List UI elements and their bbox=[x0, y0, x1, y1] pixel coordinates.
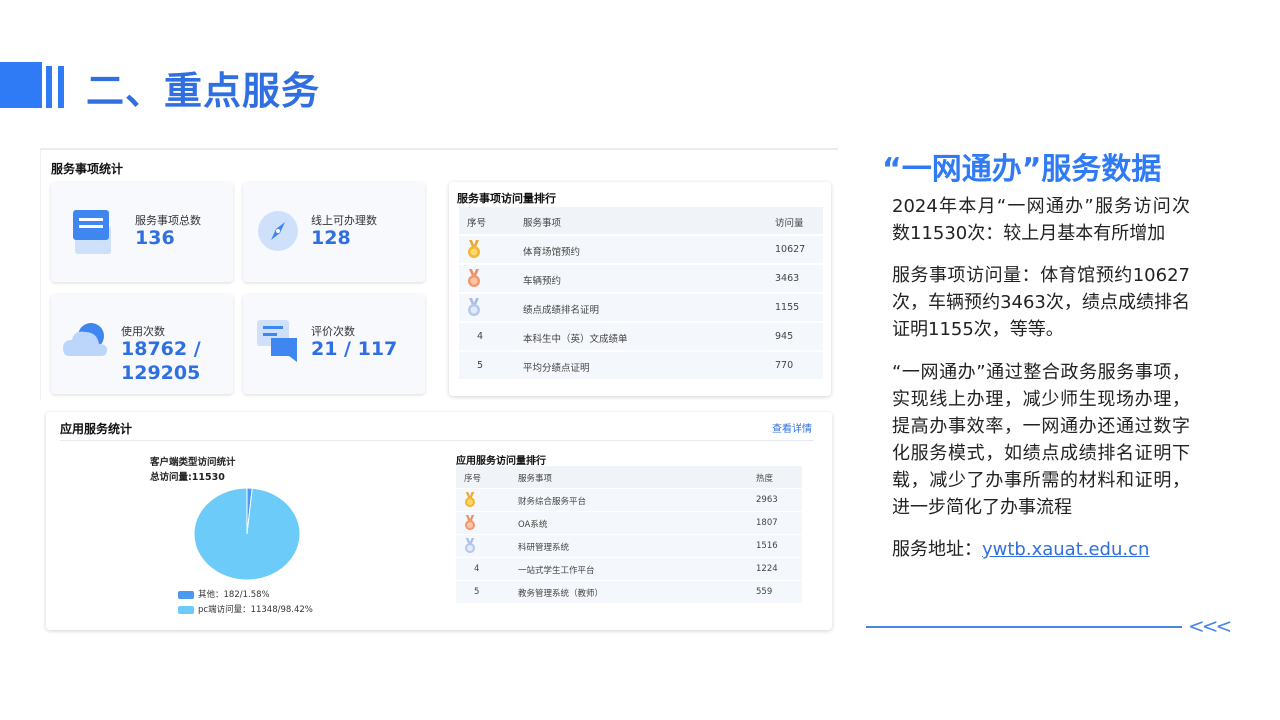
summary-paragraph: 2024年本月“一网通办”服务访问次数11530次：较上月基本有所增加 bbox=[892, 196, 1190, 244]
table-row[interactable]: 体育场馆预约 10627 bbox=[459, 236, 823, 263]
visit-count: 1155 bbox=[775, 302, 800, 313]
gold-medal-icon bbox=[468, 240, 480, 258]
address-link[interactable]: ywtb.xauat.edu.cn bbox=[982, 539, 1149, 560]
column-header: 访问量 bbox=[775, 218, 804, 229]
panel-title: 应用服务统计 bbox=[60, 422, 133, 436]
bronze-medal-icon bbox=[464, 515, 476, 531]
visit-count: 770 bbox=[775, 360, 794, 371]
bronze-medal-icon bbox=[468, 269, 480, 287]
service-stats-panel: 服务事项统计 服务事项总数 136 线上可办理数 128 使用次数 18762 … bbox=[40, 148, 838, 400]
silver-medal-icon bbox=[468, 298, 480, 316]
table-header: 序号 服务事项 访问量 bbox=[459, 207, 823, 234]
client-type-pie-chart bbox=[193, 487, 301, 581]
visits-paragraph: 服务事项访问量：体育馆预约10627次，车辆预约3463次，绩点成绩排名证明11… bbox=[892, 265, 1190, 340]
service-name: 本科生中（英）文成绩单 bbox=[523, 334, 628, 345]
title-accent-block bbox=[0, 62, 42, 108]
slide-title: 二、重点服务 bbox=[86, 69, 321, 113]
stat-card-usage[interactable]: 使用次数 18762 / 129205 bbox=[51, 294, 233, 394]
stat-card-ratings[interactable]: 评价次数 21 / 117 bbox=[243, 294, 425, 394]
service-address: 服务地址：ywtb.xauat.edu.cn bbox=[892, 536, 1190, 563]
rank-number: 5 bbox=[477, 360, 484, 371]
stat-value: 18762 / bbox=[121, 338, 201, 360]
stat-value: 129205 bbox=[121, 362, 201, 384]
table-row[interactable]: 科研管理系统 1516 bbox=[456, 535, 802, 557]
rank-number: 5 bbox=[474, 587, 480, 597]
service-name: 体育场馆预约 bbox=[523, 247, 581, 258]
visit-count: 945 bbox=[775, 331, 794, 342]
hot-value: 1224 bbox=[756, 564, 778, 574]
column-header: 序号 bbox=[467, 218, 487, 229]
legend-label: pc端访问量：11348/98.42% bbox=[198, 605, 313, 615]
stat-value: 21 / 117 bbox=[311, 338, 398, 360]
hot-value: 2963 bbox=[756, 495, 778, 505]
app-stats-panel: 应用服务统计 查看详情 客户端类型访问统计 总访问量:11530 其他：182/… bbox=[46, 412, 832, 630]
rank-number: 4 bbox=[474, 564, 480, 574]
ranking-title: 服务事项访问量排行 bbox=[457, 192, 556, 205]
divider bbox=[60, 440, 814, 441]
chat-icon bbox=[257, 320, 297, 362]
app-name: 教务管理系统（教师） bbox=[518, 589, 604, 599]
pie-slice-pc[interactable] bbox=[193, 487, 301, 581]
app-name: 一站式学生工作平台 bbox=[518, 566, 595, 576]
service-name: 车辆预约 bbox=[523, 276, 562, 287]
title-accent-stripe bbox=[58, 66, 64, 108]
decorative-line bbox=[866, 626, 1182, 628]
chevrons-left-icon: <<< bbox=[1188, 614, 1232, 638]
dashboard-screenshot: 服务事项统计 服务事项总数 136 线上可办理数 128 使用次数 18762 … bbox=[40, 148, 840, 632]
silver-medal-icon bbox=[464, 538, 476, 554]
table-row[interactable]: 绩点成绩排名证明 1155 bbox=[459, 294, 823, 321]
panel-title: 服务事项统计 bbox=[51, 162, 124, 176]
rank-number: 4 bbox=[477, 331, 484, 342]
column-header: 服务事项 bbox=[518, 474, 553, 484]
app-name: OA系统 bbox=[518, 520, 548, 530]
app-ranking-title: 应用服务访问量排行 bbox=[456, 456, 546, 467]
table-row[interactable]: 车辆预约 3463 bbox=[459, 265, 823, 292]
pie-total: 总访问量:11530 bbox=[150, 472, 225, 483]
column-header: 热度 bbox=[756, 474, 774, 484]
address-label: 服务地址： bbox=[892, 539, 982, 560]
compass-icon bbox=[258, 211, 298, 251]
table-row[interactable]: OA系统 1807 bbox=[456, 512, 802, 534]
pie-title: 客户端类型访问统计 bbox=[150, 457, 236, 468]
service-ranking-card: 服务事项访问量排行 序号 服务事项 访问量 体育场馆预约 10627 车辆预约 … bbox=[449, 182, 831, 396]
stat-card-online[interactable]: 线上可办理数 128 bbox=[243, 182, 425, 282]
table-row[interactable]: 5 教务管理系统（教师） 559 bbox=[456, 581, 802, 603]
legend-item: pc端访问量：11348/98.42% bbox=[178, 603, 313, 615]
visit-count: 10627 bbox=[775, 244, 806, 255]
service-name: 绩点成绩排名证明 bbox=[523, 305, 600, 316]
form-icon bbox=[73, 210, 111, 254]
column-header: 服务事项 bbox=[523, 218, 562, 229]
table-header: 序号 服务事项 热度 bbox=[456, 466, 802, 488]
hot-value: 1807 bbox=[756, 518, 778, 528]
title-accent-stripe bbox=[46, 66, 52, 108]
legend-swatch bbox=[178, 590, 194, 599]
legend-item: 其他：182/1.58% bbox=[178, 588, 270, 600]
hot-value: 559 bbox=[756, 587, 773, 597]
app-name: 科研管理系统 bbox=[518, 543, 570, 553]
service-name: 平均分绩点证明 bbox=[523, 363, 590, 374]
legend-swatch bbox=[178, 605, 194, 614]
cloud-icon bbox=[63, 323, 107, 356]
stat-value: 128 bbox=[311, 227, 351, 249]
column-header: 序号 bbox=[464, 474, 482, 484]
table-row[interactable]: 4 一站式学生工作平台 1224 bbox=[456, 558, 802, 580]
legend-label: 其他：182/1.58% bbox=[198, 590, 270, 600]
section-heading: “一网通办”服务数据 bbox=[882, 152, 1162, 187]
stat-value: 136 bbox=[135, 227, 175, 249]
table-row[interactable]: 5 平均分绩点证明 770 bbox=[459, 352, 823, 379]
visit-count: 3463 bbox=[775, 273, 800, 284]
description-paragraph: “一网通办”通过整合政务服务事项，实现线上办理，减少师生现场办理，提高办事效率，… bbox=[892, 362, 1190, 518]
view-details-link[interactable]: 查看详情 bbox=[772, 420, 812, 435]
stat-card-total[interactable]: 服务事项总数 136 bbox=[51, 182, 233, 282]
app-name: 财务综合服务平台 bbox=[518, 497, 587, 507]
table-row[interactable]: 财务综合服务平台 2963 bbox=[456, 489, 802, 511]
hot-value: 1516 bbox=[756, 541, 778, 551]
table-row[interactable]: 4 本科生中（英）文成绩单 945 bbox=[459, 323, 823, 350]
gold-medal-icon bbox=[464, 492, 476, 508]
